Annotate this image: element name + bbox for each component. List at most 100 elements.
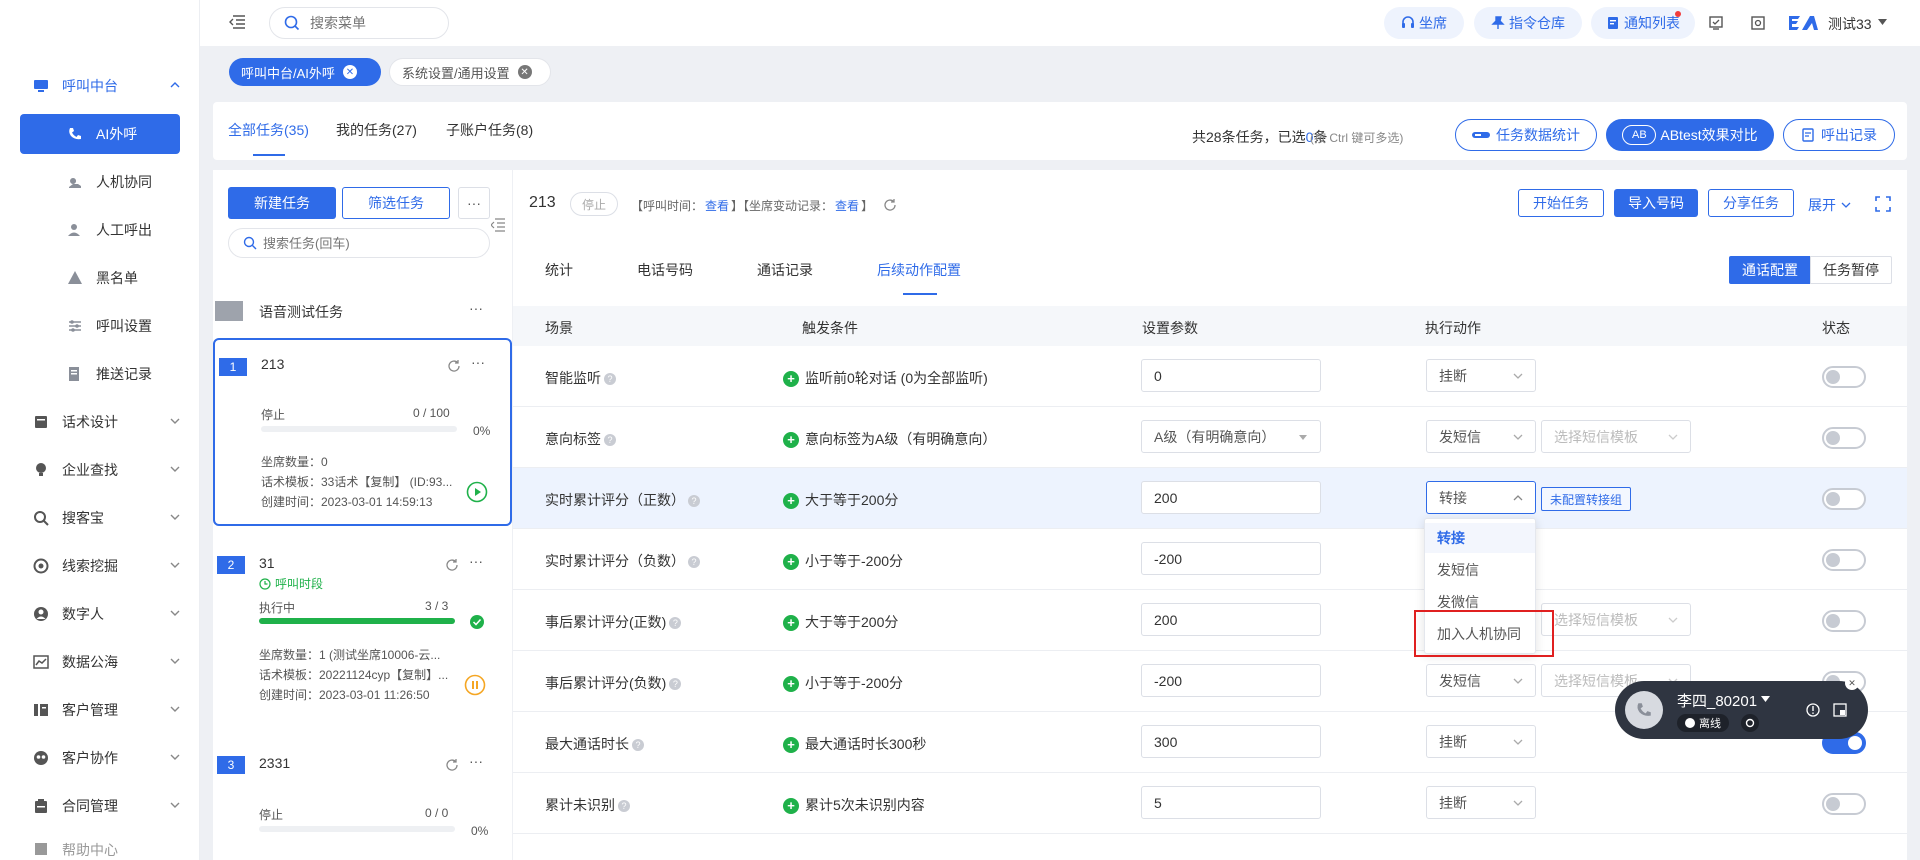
plus-icon[interactable]: + — [783, 370, 799, 387]
help-icon[interactable]: ? — [669, 617, 682, 630]
status-toggle[interactable] — [1822, 793, 1866, 815]
param-input[interactable]: 5 — [1141, 786, 1321, 819]
notification-list-pill[interactable]: 通知列表 — [1591, 7, 1695, 39]
task-stats-button[interactable]: 任务数据统计 — [1455, 119, 1597, 151]
sidebar-item-lead-mining[interactable]: 线索挖掘 — [20, 546, 180, 586]
action-select[interactable]: 挂断 — [1426, 786, 1536, 819]
call-config-button[interactable]: 通话配置 — [1729, 256, 1811, 284]
settings-icon[interactable] — [1751, 16, 1765, 30]
status-toggle[interactable] — [1822, 488, 1866, 510]
help-icon[interactable]: ? — [618, 800, 630, 813]
import-numbers-button[interactable]: 导入号码 — [1614, 189, 1698, 217]
help-icon[interactable]: ? — [604, 373, 616, 386]
plus-icon[interactable]: + — [783, 797, 799, 814]
status-toggle[interactable] — [1822, 610, 1866, 632]
tab-statistics[interactable]: 统计 — [545, 260, 573, 280]
help-icon[interactable]: ? — [604, 434, 616, 447]
tab-my-tasks[interactable]: 我的任务(27) — [336, 120, 417, 140]
plus-icon[interactable]: + — [783, 492, 799, 509]
close-icon[interactable]: ✕ — [1845, 676, 1859, 690]
user-name[interactable]: 测试33 — [1828, 14, 1872, 34]
sidebar-item-digital-human[interactable]: 数字人 — [20, 594, 180, 634]
sidebar-item-customer-collab[interactable]: 客户协作 — [20, 738, 180, 778]
start-task-button[interactable]: 开始任务 — [1518, 189, 1604, 217]
refresh-icon[interactable] — [883, 198, 897, 212]
filter-task-button[interactable]: 筛选任务 — [342, 187, 450, 219]
param-input[interactable]: -200 — [1141, 542, 1321, 575]
menu-search[interactable] — [269, 7, 449, 39]
task-search-input[interactable] — [263, 235, 463, 251]
sidebar-item-customer-mgmt[interactable]: 客户管理 — [20, 690, 180, 730]
action-select-open[interactable]: 转接 — [1426, 481, 1536, 514]
sidebar-item-ai-outbound[interactable]: AI外呼 — [20, 114, 180, 154]
new-task-button[interactable]: 新建任务 — [228, 187, 336, 219]
plus-icon[interactable]: + — [783, 553, 799, 570]
task-card[interactable]: 3 2331 ··· 停止 0 / 0 0% — [213, 740, 512, 860]
param-input[interactable]: 200 — [1141, 603, 1321, 636]
sidebar-item-push-record[interactable]: 推送记录 — [20, 354, 180, 394]
task-card[interactable]: 2 31 ··· 呼叫时段 执行中 3 / 3 坐席数量：1 (测试坐席1000… — [213, 540, 512, 720]
panel-collapse-icon[interactable] — [491, 218, 505, 232]
sms-template-select[interactable]: 选择短信模板 — [1541, 420, 1691, 453]
task-pause-button[interactable]: 任务暂停 — [1810, 256, 1892, 284]
sidebar-item-soukebao[interactable]: 搜客宝 — [20, 498, 180, 538]
phone-settings-icon[interactable] — [1741, 714, 1759, 732]
sidebar-item-data-pool[interactable]: 数据公海 — [20, 642, 180, 682]
info-icon[interactable] — [1806, 703, 1820, 717]
plus-icon[interactable]: + — [783, 431, 799, 448]
user-dropdown-icon[interactable] — [1878, 19, 1887, 26]
task-more-button[interactable]: ··· — [471, 354, 485, 370]
status-toggle[interactable] — [1822, 427, 1866, 449]
help-icon[interactable]: ? — [632, 739, 644, 752]
minimize-icon[interactable] — [1833, 703, 1847, 717]
tab-phone-numbers[interactable]: 电话号码 — [637, 260, 693, 280]
action-select[interactable]: 挂断 — [1426, 359, 1536, 392]
command-repo-pill[interactable]: 指令仓库 — [1474, 7, 1582, 39]
param-input[interactable]: 200 — [1141, 481, 1321, 514]
expand-toggle[interactable]: 展开 — [1808, 195, 1851, 215]
param-input[interactable]: 0 — [1141, 359, 1321, 392]
param-select[interactable]: A级（有明确意向） — [1141, 420, 1321, 453]
plus-icon[interactable]: + — [783, 614, 799, 631]
seat-pill[interactable]: 坐席 — [1384, 7, 1464, 39]
sidebar-item-manual-call[interactable]: 人工呼出 — [20, 210, 180, 250]
view-call-time-link[interactable]: 查看 — [705, 199, 729, 213]
task-more-button[interactable]: ··· — [469, 553, 483, 569]
sidebar-item-company-search[interactable]: 企业查找 — [20, 450, 180, 490]
tab-follow-up-actions[interactable]: 后续动作配置 — [877, 260, 961, 280]
group-more-button[interactable]: ··· — [469, 300, 483, 316]
action-select[interactable]: 发短信 — [1426, 664, 1536, 697]
open-tab-general-settings[interactable]: 系统设置/通用设置 ✕ — [389, 58, 551, 86]
screen-icon[interactable] — [1709, 16, 1723, 30]
unconfigured-transfer-group[interactable]: 未配置转接组 — [1541, 487, 1632, 511]
refresh-icon[interactable] — [445, 558, 459, 572]
menu-search-input[interactable] — [310, 15, 440, 31]
param-input[interactable]: -200 — [1141, 664, 1321, 697]
task-more-button[interactable]: ··· — [469, 753, 483, 769]
sidebar-item-script-design[interactable]: 话术设计 — [20, 402, 180, 442]
menu-collapse-icon[interactable] — [229, 15, 245, 29]
tab-subaccount-tasks[interactable]: 子账户任务(8) — [446, 120, 533, 140]
dropdown-item-transfer[interactable]: 转接 — [1425, 523, 1535, 553]
help-icon[interactable]: ? — [688, 495, 700, 508]
agent-dropdown-icon[interactable] — [1761, 696, 1770, 703]
play-icon[interactable] — [466, 481, 488, 503]
action-select[interactable]: 发短信 — [1426, 420, 1536, 453]
task-card[interactable]: 1 213 ··· 停止 0 / 100 0% 坐席数量：0 话术模板：33话术… — [213, 338, 512, 526]
plus-icon[interactable]: + — [783, 675, 799, 692]
tab-call-records[interactable]: 通话记录 — [757, 260, 813, 280]
sidebar-item-help-center[interactable]: 帮助中心 — [20, 840, 180, 860]
sidebar-item-call-center[interactable]: 呼叫中台 — [20, 66, 180, 106]
refresh-icon[interactable] — [445, 758, 459, 772]
dropdown-item-sms[interactable]: 发短信 — [1425, 555, 1535, 585]
pause-icon[interactable] — [464, 674, 486, 696]
call-records-button[interactable]: 呼出记录 — [1783, 119, 1895, 151]
sidebar-item-call-settings[interactable]: 呼叫设置 — [20, 306, 180, 346]
open-tab-ai-outbound[interactable]: 呼叫中台/AI外呼 ✕ — [229, 58, 381, 86]
plus-icon[interactable]: + — [783, 736, 799, 753]
close-icon[interactable]: ✕ — [342, 65, 357, 79]
more-options-button[interactable]: ··· — [458, 187, 490, 219]
close-icon[interactable]: ✕ — [517, 65, 532, 79]
task-group[interactable]: 语音测试任务 ··· — [213, 290, 512, 330]
sms-template-select[interactable]: 选择短信模板 — [1541, 603, 1691, 636]
